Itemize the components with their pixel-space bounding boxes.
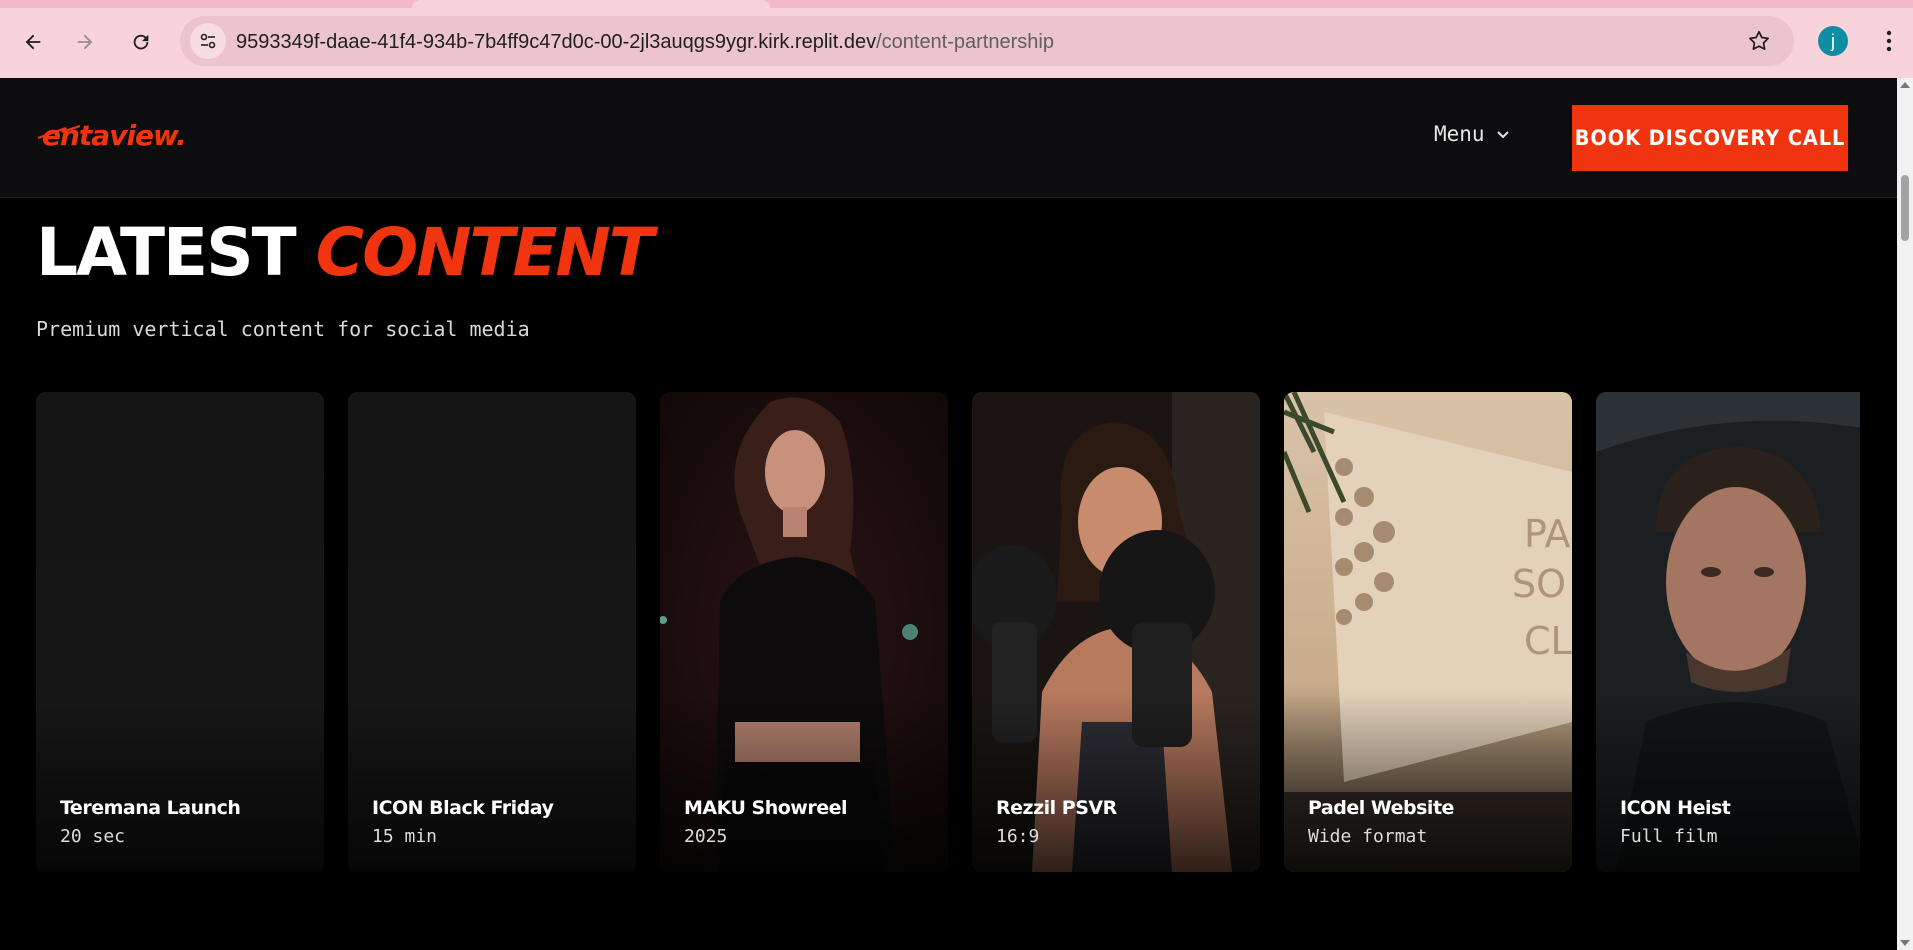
menu-label: Menu — [1434, 122, 1485, 146]
card-meta: 16:9 — [996, 826, 1040, 847]
section-title-white: LATEST — [36, 214, 297, 291]
bookmark-button[interactable] — [1746, 28, 1772, 59]
page-viewport: entaview. Menu BOOK DISCOVERY CALL LATES… — [0, 78, 1897, 950]
card-meta: Wide format — [1308, 826, 1428, 847]
card-title: Teremana Launch — [60, 797, 241, 819]
logo[interactable]: entaview. — [36, 116, 236, 152]
forward-button[interactable] — [67, 24, 103, 60]
logo-mark: entaview. — [37, 119, 187, 152]
sign-letters: CL — [1524, 619, 1572, 663]
back-button[interactable] — [15, 24, 51, 60]
url-host: 9593349f-daae-41f4-934b-7b4ff9c47d0c-00-… — [236, 31, 877, 53]
page-scrollbar[interactable] — [1897, 78, 1913, 950]
profile-avatar[interactable]: j — [1818, 26, 1848, 56]
content-card[interactable]: ICON Heist Full film — [1596, 392, 1860, 872]
content-card[interactable]: ICON Black Friday 15 min — [348, 392, 636, 872]
card-title: Padel Website — [1308, 797, 1454, 819]
card-title: Rezzil PSVR — [996, 797, 1117, 819]
scrollbar-thumb[interactable] — [1901, 175, 1909, 241]
scroll-up-arrow-icon[interactable] — [1900, 82, 1910, 88]
forward-arrow-icon — [77, 34, 93, 50]
content-card[interactable]: MAKU Showreel 2025 — [660, 392, 948, 872]
book-discovery-call-button[interactable]: BOOK DISCOVERY CALL — [1572, 105, 1848, 171]
tab-strip — [0, 0, 1913, 8]
site-header: entaview. Menu BOOK DISCOVERY CALL — [0, 78, 1897, 198]
back-arrow-icon — [25, 34, 41, 50]
section-subtitle: Premium vertical content for social medi… — [36, 317, 530, 341]
menu-button[interactable]: Menu — [1434, 122, 1511, 146]
card-meta: 2025 — [684, 826, 728, 847]
url-path: /content-partnership — [876, 31, 1054, 53]
address-bar[interactable]: 9593349f-daae-41f4-934b-7b4ff9c47d0c-00-… — [180, 16, 1794, 66]
card-title: ICON Black Friday — [372, 797, 554, 819]
url-text[interactable]: 9593349f-daae-41f4-934b-7b4ff9c47d0c-00-… — [236, 31, 1054, 53]
scroll-down-arrow-icon[interactable] — [1900, 940, 1910, 946]
sign-letters: SO — [1512, 562, 1566, 606]
sign-letters: PA — [1524, 512, 1570, 556]
card-meta: Full film — [1620, 826, 1718, 847]
section-title-accent: CONTENT — [315, 214, 654, 291]
card-title: MAKU Showreel — [684, 797, 848, 819]
content-card[interactable]: Teremana Launch 20 sec — [36, 392, 324, 872]
card-meta: 15 min — [372, 826, 438, 847]
content-carousel: Teremana Launch 20 sec ICON Black Friday… — [36, 392, 1860, 872]
active-tab[interactable] — [412, 0, 770, 8]
site-info-button[interactable] — [190, 23, 226, 59]
bookmark-star-icon — [1749, 30, 1769, 50]
content-card[interactable]: Rezzil PSVR 16:9 — [972, 392, 1260, 872]
section-title: LATEST CONTENT — [36, 213, 654, 293]
browser-chrome: 9593349f-daae-41f4-934b-7b4ff9c47d0c-00-… — [0, 0, 1913, 78]
card-title: ICON Heist — [1620, 797, 1731, 819]
content-card[interactable]: PA SO CL Padel Website Wide format — [1284, 392, 1572, 872]
reload-icon — [133, 34, 149, 50]
reload-button[interactable] — [123, 24, 159, 60]
card-meta: 20 sec — [60, 826, 126, 847]
chevron-down-icon — [1496, 131, 1509, 139]
svg-text:entaview.: entaview. — [42, 119, 186, 152]
site-info-icon — [200, 33, 216, 49]
browser-menu-button[interactable] — [1874, 24, 1904, 58]
kebab-menu-icon — [1886, 30, 1892, 52]
